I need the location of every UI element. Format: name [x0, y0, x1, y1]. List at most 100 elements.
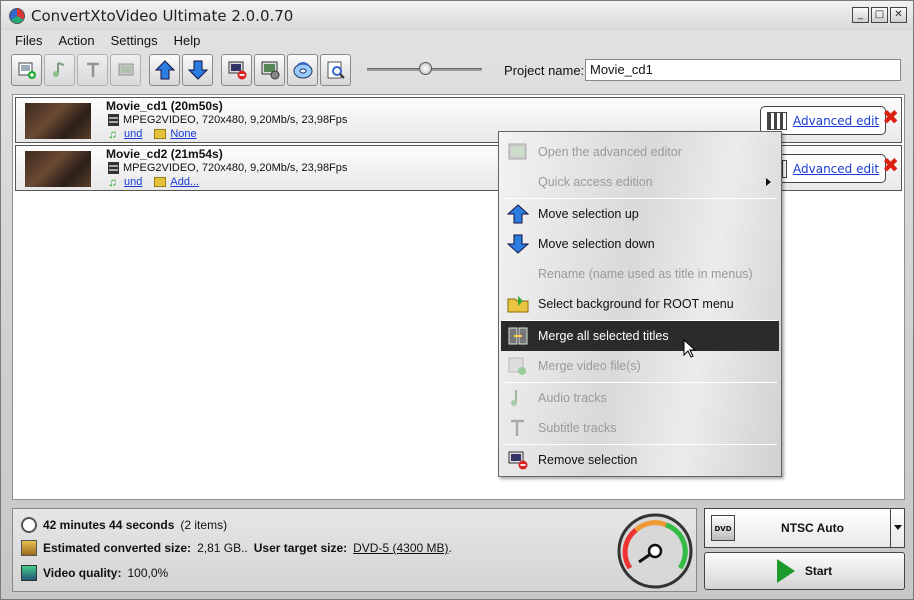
- film-add-icon: [118, 63, 133, 76]
- burn-button[interactable]: [287, 54, 318, 86]
- film-icon: [108, 114, 119, 126]
- ctx-subtitle-tracks[interactable]: Subtitle tracks: [501, 413, 779, 443]
- subtitle-track-link[interactable]: None: [170, 128, 196, 140]
- items-count: (2 items): [180, 518, 228, 532]
- subtitle-icon: [154, 177, 167, 187]
- menu-action[interactable]: Action: [50, 31, 102, 51]
- menu-files[interactable]: Files: [7, 31, 50, 51]
- disc-burn-icon: [293, 62, 312, 79]
- app-window: ConvertXtoVideo Ultimate 2.0.0.70 _ □ ✕ …: [0, 0, 914, 600]
- title-name: Movie_cd2 (21m54s): [106, 147, 223, 161]
- delete-x-icon[interactable]: ✖: [882, 155, 899, 175]
- film-icon: [108, 162, 119, 174]
- submenu-arrow-icon: [766, 178, 771, 186]
- title-bar: ConvertXtoVideo Ultimate 2.0.0.70 _ □ ✕: [1, 1, 913, 31]
- output-format-select[interactable]: DVD NTSC Auto: [704, 508, 905, 548]
- video-info-text: MPEG2VIDEO, 720x480, 9,20Mb/s, 23,98Fps: [123, 162, 348, 174]
- arrow-up-icon: [507, 204, 529, 224]
- text-t-icon: [511, 419, 524, 436]
- video-thumbnail: [25, 151, 91, 187]
- advanced-edit-link[interactable]: Advanced edit: [793, 114, 879, 128]
- disk-icon: [21, 540, 37, 556]
- delete-x-icon[interactable]: ✖: [882, 107, 899, 127]
- video-info: MPEG2VIDEO, 720x480, 9,20Mb/s, 23,98Fps: [108, 162, 347, 174]
- output-format-label: NTSC Auto: [781, 521, 844, 535]
- remove-monitor-icon: [228, 61, 246, 80]
- add-video-icon: [18, 62, 36, 79]
- maximize-button[interactable]: □: [871, 7, 888, 23]
- dvd-icon: DVD: [711, 515, 735, 541]
- window-controls: _ □ ✕: [852, 7, 907, 23]
- minimize-button[interactable]: _: [852, 7, 869, 23]
- music-note-icon: [52, 62, 64, 77]
- quality-value: 100,0%: [127, 566, 169, 580]
- add-video-button[interactable]: [11, 54, 42, 86]
- ctx-move-selection-down[interactable]: Move selection down: [501, 229, 779, 259]
- ctx-rename[interactable]: Rename (name used as title in menus): [501, 259, 779, 289]
- title-name: Movie_cd1 (20m50s): [106, 99, 223, 113]
- video-info: MPEG2VIDEO, 720x480, 9,20Mb/s, 23,98Fps: [108, 114, 347, 126]
- ctx-move-selection-up[interactable]: Move selection up: [501, 199, 779, 229]
- estimated-size: 2,81 GB..: [197, 541, 248, 555]
- ctx-open-advanced-editor[interactable]: Open the advanced editor: [501, 137, 779, 167]
- move-up-button[interactable]: [149, 54, 180, 86]
- folder-icon: [507, 296, 529, 313]
- close-button[interactable]: ✕: [890, 7, 907, 23]
- add-subtitle-button[interactable]: [77, 54, 108, 86]
- menu-settings[interactable]: Settings: [103, 31, 166, 51]
- audio-track-link[interactable]: und: [124, 176, 142, 188]
- project-name-input[interactable]: Movie_cd1: [585, 59, 901, 81]
- ctx-merge-video-files[interactable]: Merge video file(s): [501, 351, 779, 381]
- add-audio-button[interactable]: [44, 54, 75, 86]
- start-button[interactable]: Start: [704, 552, 905, 590]
- chevron-down-icon[interactable]: [890, 509, 904, 547]
- menu-bar: Files Action Settings Help: [1, 31, 208, 51]
- size-gauge: [617, 513, 693, 589]
- audio-track-link[interactable]: und: [124, 128, 142, 140]
- audio-note-icon: ♫: [108, 175, 117, 189]
- ctx-audio-tracks[interactable]: Audio tracks: [501, 383, 779, 413]
- start-label: Start: [804, 564, 833, 578]
- duration-text: 42 minutes 44 seconds: [43, 518, 175, 532]
- film-edit-icon: [767, 111, 787, 130]
- arrow-down-icon: [507, 234, 529, 254]
- monitor-gear-icon: [261, 61, 279, 80]
- video-info-text: MPEG2VIDEO, 720x480, 9,20Mb/s, 23,98Fps: [123, 114, 348, 126]
- merge-film-icon: [508, 327, 528, 345]
- settings-button[interactable]: [254, 54, 285, 86]
- ctx-merge-selected-titles[interactable]: Merge all selected titles: [501, 321, 779, 351]
- zoom-slider-thumb[interactable]: [419, 62, 432, 75]
- target-size-link[interactable]: DVD-5 (4300 MB): [353, 541, 448, 555]
- move-down-button[interactable]: [182, 54, 213, 86]
- preview-button[interactable]: [320, 54, 351, 86]
- subtitle-icon: [154, 129, 167, 139]
- quality-row: Video quality: 100,0%: [21, 565, 168, 581]
- film-edit-icon: [508, 143, 527, 160]
- clock-icon: [21, 517, 37, 533]
- duration-row: 42 minutes 44 seconds (2 items): [21, 517, 227, 533]
- play-icon: [776, 559, 795, 583]
- ctx-remove-selection[interactable]: Remove selection: [501, 445, 779, 475]
- music-note-icon: [511, 390, 517, 406]
- size-row: Estimated converted size: 2,81 GB.. User…: [21, 540, 452, 556]
- status-panel: 42 minutes 44 seconds (2 items) Estimate…: [12, 508, 697, 592]
- arrow-down-icon: [187, 60, 208, 80]
- project-name-label: Project name:: [504, 63, 585, 78]
- film-add-icon: [508, 357, 526, 375]
- add-chapter-button[interactable]: [110, 54, 141, 86]
- magnifier-icon: [327, 61, 345, 79]
- mouse-cursor-icon: [683, 339, 697, 358]
- advanced-edit-link[interactable]: Advanced edit: [793, 162, 879, 176]
- app-logo-icon: [9, 8, 25, 24]
- ctx-quick-access-edition[interactable]: Quick access edition: [501, 167, 779, 197]
- context-menu: Open the advanced editor Quick access ed…: [498, 131, 782, 477]
- subtitle-track-link[interactable]: Add...: [170, 176, 199, 188]
- ctx-select-background[interactable]: Select background for ROOT menu: [501, 289, 779, 319]
- video-thumbnail: [25, 103, 91, 139]
- menu-help[interactable]: Help: [166, 31, 209, 51]
- remove-button[interactable]: [221, 54, 252, 86]
- video-quality-icon: [21, 565, 37, 581]
- tracks-line: ♫ und None: [108, 128, 197, 140]
- arrow-up-icon: [154, 60, 175, 80]
- window-title: ConvertXtoVideo Ultimate 2.0.0.70: [31, 7, 294, 25]
